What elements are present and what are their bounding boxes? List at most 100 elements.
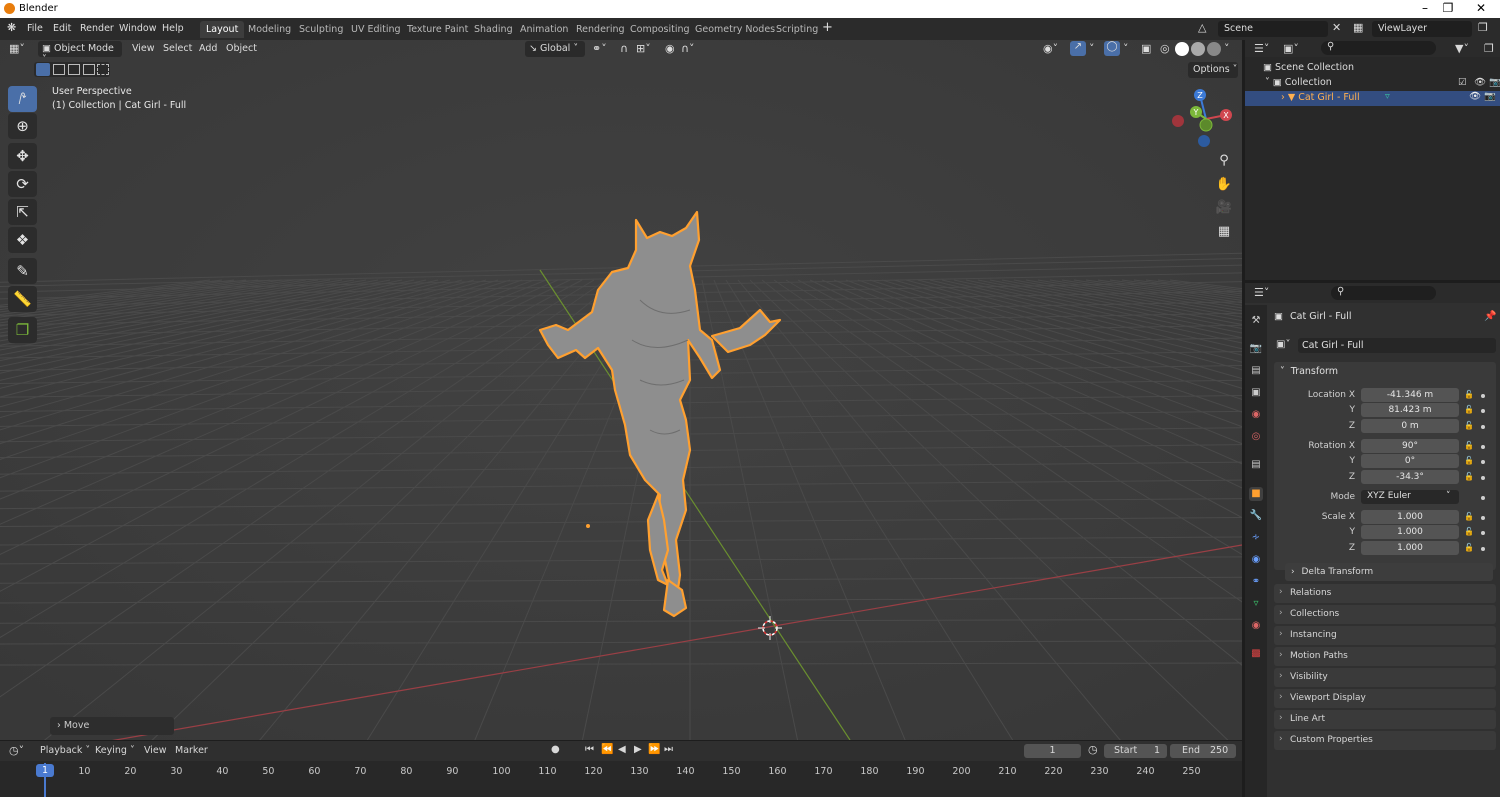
options-dropdown[interactable]: Options ˅: [1188, 62, 1238, 78]
pan-hand-icon[interactable]: ✋: [1213, 174, 1235, 196]
outliner-row-object[interactable]: › ▼ Cat Girl - Full ▿ 👁 📷: [1245, 91, 1500, 106]
current-frame-field[interactable]: 1: [1024, 744, 1081, 758]
menu-file[interactable]: File: [27, 23, 43, 34]
wireframe-shading-icon[interactable]: ◎: [1160, 42, 1170, 55]
restore-icon[interactable]: ❐: [1433, 1, 1463, 15]
scale-x-field[interactable]: 1.000: [1361, 510, 1459, 524]
cat-girl-model[interactable]: [0, 40, 1242, 740]
tab-modeling[interactable]: Modeling: [242, 21, 297, 38]
camera-icon[interactable]: 📷: [1484, 91, 1496, 102]
tab-geometry-nodes[interactable]: Geometry Nodes: [689, 21, 781, 38]
outliner-search-input[interactable]: ⚲: [1321, 41, 1436, 55]
visibility-icon[interactable]: ◉˅: [1043, 42, 1058, 55]
end-frame-field[interactable]: End 250: [1170, 744, 1236, 758]
gizmo-dropdown-icon[interactable]: ˅: [1089, 42, 1095, 55]
location-x-field[interactable]: -41.346 m: [1361, 388, 1459, 402]
rotation-z-field[interactable]: -34.3°: [1361, 470, 1459, 484]
jump-keyframe-back-icon[interactable]: ⏪: [601, 744, 613, 755]
mesh-data-icon[interactable]: ▿: [1385, 91, 1390, 102]
location-z-field[interactable]: 0 m: [1361, 419, 1459, 433]
collection-tab-icon[interactable]: ▤: [1249, 458, 1263, 472]
last-operator-panel[interactable]: › Move: [50, 717, 174, 735]
delta-transform-subpanel[interactable]: › Delta Transform: [1285, 563, 1493, 581]
output-tab-icon[interactable]: ▤: [1249, 364, 1263, 378]
data-tab-icon[interactable]: ▿: [1249, 597, 1263, 611]
xray-icon[interactable]: ▣: [1141, 42, 1151, 55]
scene-icon[interactable]: △: [1198, 21, 1206, 34]
lock-icon[interactable]: 🔓: [1464, 512, 1474, 521]
tab-animation[interactable]: Animation: [514, 21, 574, 38]
jump-end-icon[interactable]: ⏭: [664, 744, 673, 755]
menu-view[interactable]: View: [132, 43, 155, 54]
view-layer-tab-icon[interactable]: ▣: [1249, 386, 1263, 400]
rotation-x-field[interactable]: 90°: [1361, 439, 1459, 453]
keyframe-dot-icon[interactable]: [1481, 445, 1485, 449]
gizmo-toggle-icon[interactable]: ↗: [1070, 41, 1086, 56]
menu-window[interactable]: Window: [119, 23, 156, 34]
pivot-icon[interactable]: ⚭˅: [592, 42, 607, 55]
jump-keyframe-forward-icon[interactable]: ⏩: [648, 744, 660, 755]
pin-icon[interactable]: 📌: [1484, 311, 1496, 322]
timeline-editor-icon[interactable]: ◷˅: [9, 744, 24, 757]
menu-help[interactable]: Help: [162, 23, 184, 34]
lock-icon[interactable]: 🔓: [1464, 456, 1474, 465]
world-tab-icon[interactable]: ◎: [1249, 430, 1263, 444]
physics-tab-icon[interactable]: ◉: [1249, 553, 1263, 567]
record-icon[interactable]: ●: [551, 744, 560, 755]
proportional-edit-icon[interactable]: ◉: [665, 42, 675, 55]
outliner-row-scene-collection[interactable]: ▣ Scene Collection: [1263, 62, 1354, 73]
modifier-tab-icon[interactable]: 🔧: [1249, 509, 1263, 523]
scene-tab-icon[interactable]: ◉: [1249, 408, 1263, 422]
play-reverse-icon[interactable]: ◀: [618, 744, 626, 755]
close-icon[interactable]: ✕: [1466, 1, 1496, 15]
panel-motion-paths[interactable]: › Motion Paths: [1274, 647, 1496, 666]
outliner-row-collection[interactable]: ˅ ▣ Collection ☑ 👁 📷: [1265, 77, 1500, 88]
view-layer-icon[interactable]: ▦: [1353, 21, 1363, 34]
keyframe-dot-icon[interactable]: [1481, 460, 1485, 464]
properties-search-input[interactable]: ⚲: [1331, 286, 1436, 300]
menu-render[interactable]: Render: [80, 23, 114, 34]
material-tab-icon[interactable]: ◉: [1249, 619, 1263, 633]
menu-edit[interactable]: Edit: [53, 23, 71, 34]
tab-scripting[interactable]: Scripting: [770, 21, 824, 38]
tab-sculpting[interactable]: Sculpting: [293, 21, 349, 38]
transform-panel-header[interactable]: ˅ Transform: [1280, 366, 1338, 377]
solid-shading-icon[interactable]: [1175, 42, 1189, 56]
lock-icon[interactable]: 🔓: [1464, 472, 1474, 481]
add-workspace-icon[interactable]: +: [822, 20, 833, 35]
menu-select[interactable]: Select: [163, 43, 192, 54]
object-datablock-icon[interactable]: ▣˅: [1276, 339, 1290, 350]
filter-icon[interactable]: ▼˅: [1455, 42, 1469, 55]
ortho-grid-icon[interactable]: ▦: [1213, 221, 1235, 243]
lock-icon[interactable]: 🔓: [1464, 421, 1474, 430]
eye-icon[interactable]: 👁: [1474, 77, 1486, 88]
editor-type-icon[interactable]: ▦˅: [9, 42, 25, 55]
transform-orientation-dropdown[interactable]: ↘ Global ˅: [525, 41, 585, 57]
clock-icon[interactable]: ◷: [1088, 743, 1098, 756]
select-box-icon[interactable]: ⭚: [8, 86, 37, 112]
texture-tab-icon[interactable]: ▩: [1249, 647, 1263, 661]
keyframe-dot-icon[interactable]: [1481, 425, 1485, 429]
shading-dropdown-icon[interactable]: ˅: [1224, 42, 1230, 55]
menu-add[interactable]: Add: [199, 43, 217, 54]
3d-viewport[interactable]: User Perspective (1) Collection | Cat Gi…: [0, 40, 1242, 740]
keyframe-dot-icon[interactable]: [1481, 516, 1485, 520]
select-invert-icon[interactable]: [83, 64, 95, 75]
checkbox-icon[interactable]: ☑: [1458, 77, 1467, 88]
measure-tool-icon[interactable]: 📏: [8, 286, 37, 312]
object-name-field[interactable]: Cat Girl - Full: [1298, 338, 1496, 353]
camera-icon[interactable]: 📷: [1489, 77, 1500, 88]
snap-icon[interactable]: ∩: [620, 42, 628, 55]
panel-custom-properties[interactable]: › Custom Properties: [1274, 731, 1496, 750]
menu-object[interactable]: Object: [226, 43, 257, 54]
tab-compositing[interactable]: Compositing: [624, 21, 696, 38]
tab-uv-editing[interactable]: UV Editing: [345, 21, 407, 38]
marker-menu[interactable]: Marker: [175, 745, 208, 756]
keyframe-dot-icon[interactable]: [1481, 496, 1485, 500]
outliner-editor-icon[interactable]: ☰˅: [1254, 42, 1269, 55]
annotate-tool-icon[interactable]: ✎: [8, 258, 37, 284]
navigation-gizmo[interactable]: Z X Y: [1168, 87, 1238, 157]
constraints-tab-icon[interactable]: ⚭: [1249, 575, 1263, 589]
tab-texture-paint[interactable]: Texture Paint: [401, 21, 474, 38]
particles-tab-icon[interactable]: ∻: [1249, 531, 1263, 545]
